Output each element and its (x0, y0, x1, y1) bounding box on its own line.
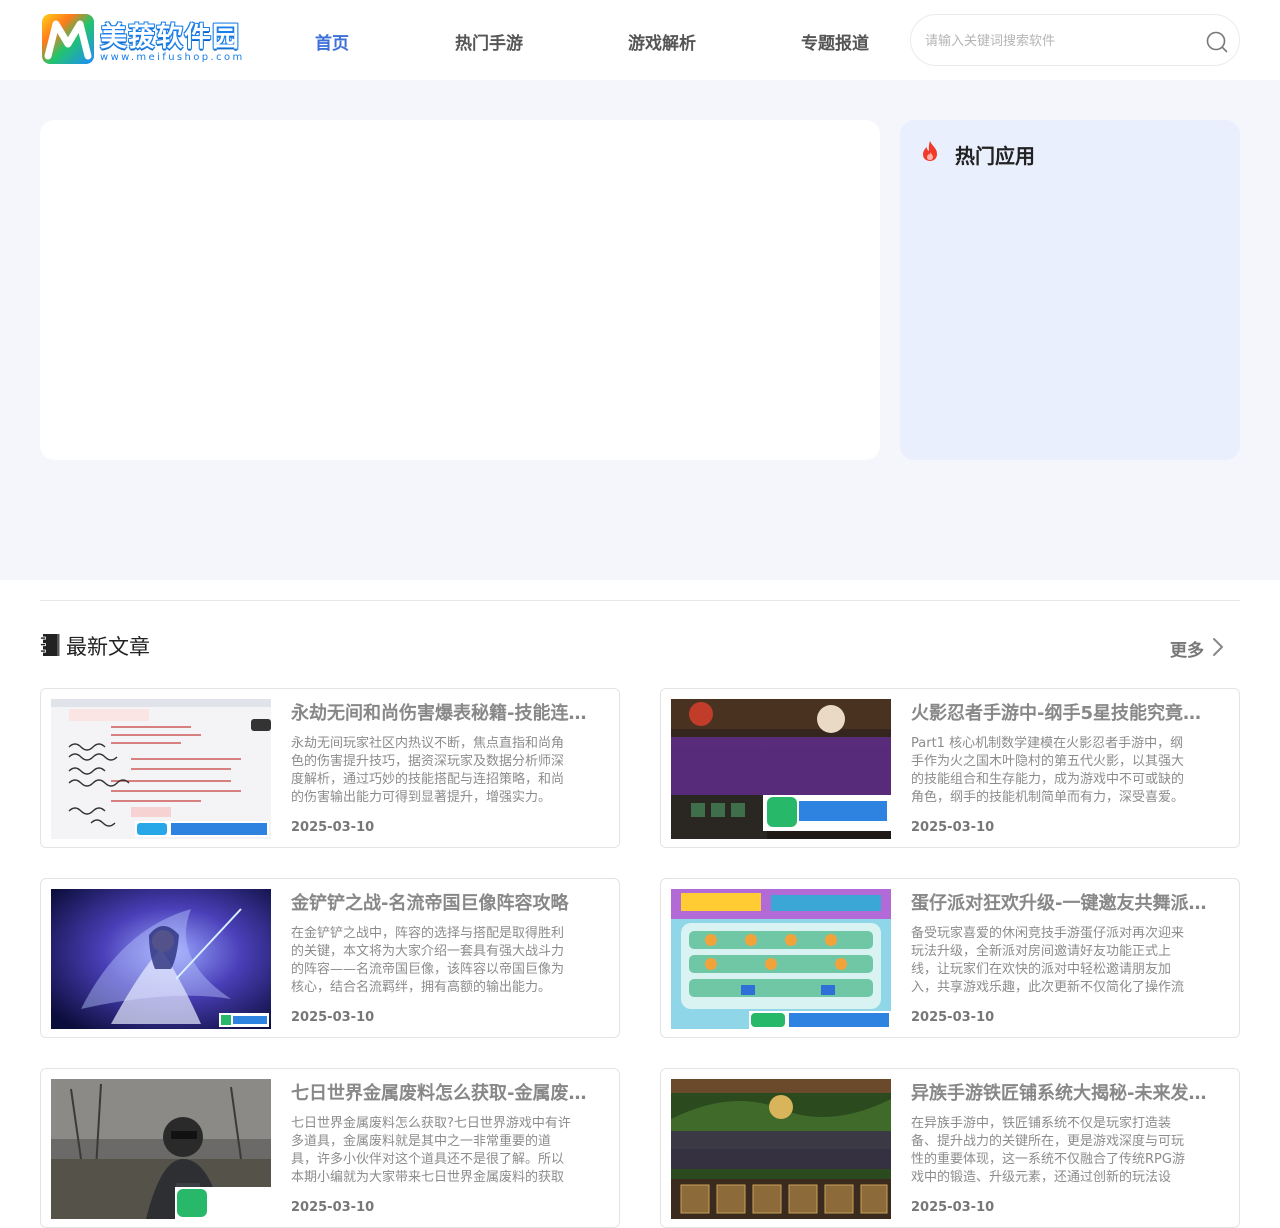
article-date: 2025-03-10 (291, 1200, 375, 1215)
article-date: 2025-03-10 (911, 1010, 995, 1025)
article-summary: 备受玩家喜爱的休闲竞技手游蛋仔派对再次迎来玩法升级，全新派对房间邀请好友功能正式… (911, 926, 1185, 995)
section-divider (40, 600, 1240, 601)
article-title[interactable]: 金铲铲之战-名流帝国巨像阵容攻略 (291, 889, 591, 915)
article-date: 2025-03-10 (911, 1200, 995, 1215)
article-title[interactable]: 永劫无间和尚伤害爆表秘籍-技能连招策略 (291, 699, 591, 725)
more-link[interactable]: 更多 (1170, 636, 1204, 661)
site-header: 美菝软件园 www.meifushop.com 首页 热门手游 游戏解析 专题报… (0, 0, 1280, 80)
article-thumbnail[interactable] (671, 699, 891, 839)
hot-apps-panel: 热门应用 (900, 120, 1240, 460)
book-icon (40, 634, 60, 656)
search-input[interactable] (925, 29, 1195, 53)
article-card[interactable]: 金铲铲之战-名流帝国巨像阵容攻略 在金铲铲之战中，阵容的选择与搭配是取得胜利的关… (40, 878, 620, 1038)
article-card[interactable]: 异族手游铁匠铺系统大揭秘-未来发展展望 在异族手游中，铁匠铺系统不仅是玩家打造装… (660, 1068, 1240, 1228)
fire-icon (923, 141, 937, 161)
article-card[interactable]: 火影忍者手游中-纲手5星技能究竟有多强？详解 Part1 核心机制数学建模在火影… (660, 688, 1240, 848)
banner-carousel[interactable] (40, 120, 880, 460)
article-thumbnail[interactable] (671, 1079, 891, 1219)
article-date: 2025-03-10 (291, 1010, 375, 1025)
article-summary: 永劫无间玩家社区内热议不断，焦点直指和尚角色的伤害提升技巧，据资深玩家及数据分析… (291, 736, 565, 805)
nav-special-reports[interactable]: 专题报道 (801, 29, 869, 54)
article-summary: Part1 核心机制数学建模在火影忍者手游中，纲手作为火之国木叶隐村的第五代火影… (911, 736, 1185, 805)
logo-m-icon (42, 14, 94, 64)
nav-hot-games[interactable]: 热门手游 (455, 29, 523, 54)
article-card[interactable]: 七日世界金属废料怎么获取-金属废料获取方法 七日世界金属废料怎么获取?七日世界游… (40, 1068, 620, 1228)
article-card[interactable]: 蛋仔派对狂欢升级-一键邀友共舞派对时光 备受玩家喜爱的休闲竞技手游蛋仔派对再次迎… (660, 878, 1240, 1038)
article-title[interactable]: 火影忍者手游中-纲手5星技能究竟有多强？详解 (911, 699, 1211, 725)
article-title[interactable]: 异族手游铁匠铺系统大揭秘-未来发展展望 (911, 1079, 1211, 1105)
article-thumbnail[interactable] (51, 889, 271, 1029)
latest-articles-title: 最新文章 (66, 635, 150, 659)
latest-articles-header: 最新文章 更多 (40, 630, 1240, 664)
nav-home[interactable]: 首页 (315, 29, 349, 54)
article-thumbnail[interactable] (51, 699, 271, 839)
hot-apps-title: 热门应用 (955, 144, 1035, 168)
article-summary: 在金铲铲之战中，阵容的选择与搭配是取得胜利的关键，本文将为大家介绍一套具有强大战… (291, 926, 565, 995)
article-date: 2025-03-10 (911, 820, 995, 835)
nav-game-analysis[interactable]: 游戏解析 (628, 29, 696, 54)
chevron-right-icon[interactable] (1212, 637, 1224, 657)
article-summary: 七日世界金属废料怎么获取?七日世界游戏中有许多道具，金属废料就是其中之一非常重要… (291, 1116, 571, 1185)
article-card[interactable]: 永劫无间和尚伤害爆表秘籍-技能连招策略 永劫无间玩家社区内热议不断，焦点直指和尚… (40, 688, 620, 848)
search-icon[interactable] (1206, 31, 1228, 53)
search-box (910, 14, 1240, 66)
article-date: 2025-03-10 (291, 820, 375, 835)
logo-url: www.meifushop.com (100, 52, 245, 63)
site-logo[interactable]: 美菝软件园 www.meifushop.com (40, 12, 262, 66)
hero-section: 热门应用 (0, 80, 1280, 580)
article-title[interactable]: 七日世界金属废料怎么获取-金属废料获取方法 (291, 1079, 591, 1105)
article-thumbnail[interactable] (51, 1079, 271, 1219)
logo-text: 美菝软件园 (100, 22, 240, 53)
article-thumbnail[interactable] (671, 889, 891, 1029)
article-summary: 在异族手游中，铁匠铺系统不仅是玩家打造装备、提升战力的关键所在，更是游戏深度与可… (911, 1116, 1185, 1185)
article-title[interactable]: 蛋仔派对狂欢升级-一键邀友共舞派对时光 (911, 889, 1211, 915)
